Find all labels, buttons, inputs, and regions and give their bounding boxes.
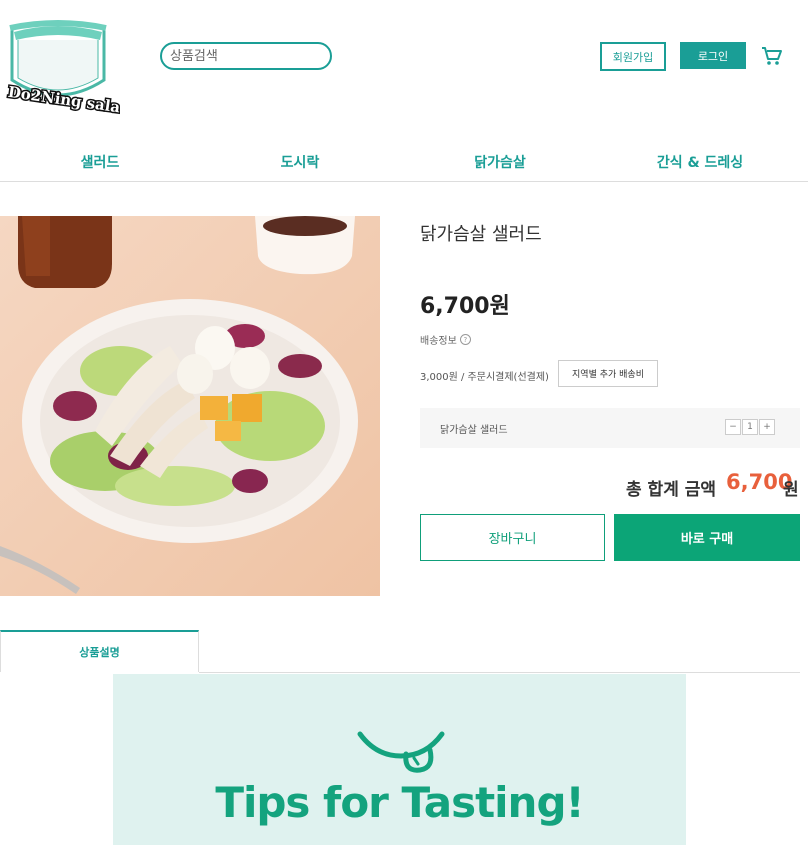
signup-button[interactable]: 회원가입 bbox=[600, 42, 666, 71]
shipping-info: 배송정보 ? bbox=[420, 332, 471, 347]
product-title: 닭가슴살 샐러드 bbox=[420, 224, 542, 245]
nav-item-salad[interactable]: 샐러드 bbox=[81, 152, 120, 172]
selected-option-row: 닭가슴살 샐러드 − 1 + bbox=[420, 408, 800, 448]
shipping-fee-text: 3,000원 / 주문시결제(선결제) bbox=[420, 372, 549, 383]
product-price: 6,700원 bbox=[420, 294, 510, 319]
nav-item-chicken-breast[interactable]: 닭가슴살 bbox=[474, 152, 526, 172]
tasting-face-icon bbox=[357, 731, 445, 773]
qty-decrease-button[interactable]: − bbox=[725, 419, 741, 435]
qty-input[interactable]: 1 bbox=[742, 419, 758, 435]
main-nav: 샐러드 도시락 닭가슴살 간식 & 드레싱 bbox=[0, 141, 808, 182]
login-button[interactable]: 로그인 bbox=[680, 42, 746, 69]
tab-divider bbox=[199, 672, 800, 673]
nav-item-snack-dressing[interactable]: 간식 & 드레싱 bbox=[657, 152, 743, 172]
qty-increase-button[interactable]: + bbox=[759, 419, 775, 435]
product-image bbox=[0, 216, 380, 596]
tips-title: Tips for Tasting! bbox=[215, 778, 584, 827]
search-box[interactable] bbox=[160, 42, 332, 70]
total-label: 총 합계 금액 bbox=[626, 480, 717, 500]
quantity-stepper: − 1 + bbox=[725, 419, 776, 435]
add-to-cart-button[interactable]: 장바구니 bbox=[420, 514, 605, 561]
tips-banner: Tips for Tasting! bbox=[113, 674, 686, 845]
cart-icon[interactable] bbox=[761, 46, 783, 66]
total-unit: 원 bbox=[783, 480, 799, 500]
signup-label: 회원가입 bbox=[612, 50, 654, 64]
search-input[interactable] bbox=[168, 47, 322, 65]
nav-item-lunchbox[interactable]: 도시락 bbox=[281, 152, 320, 172]
login-label: 로그인 bbox=[697, 49, 729, 63]
brand-logo[interactable]: Do2Ning salad bbox=[0, 0, 134, 122]
regional-shipping-button[interactable]: 지역별 추가 배송비 bbox=[558, 360, 658, 387]
option-name: 닭가슴살 샐러드 bbox=[440, 425, 508, 436]
help-icon[interactable]: ? bbox=[459, 334, 471, 345]
tab-description[interactable]: 상품설명 bbox=[0, 630, 199, 672]
buy-now-button[interactable]: 바로 구매 bbox=[614, 514, 800, 561]
shipping-label: 배송정보 bbox=[420, 336, 457, 347]
